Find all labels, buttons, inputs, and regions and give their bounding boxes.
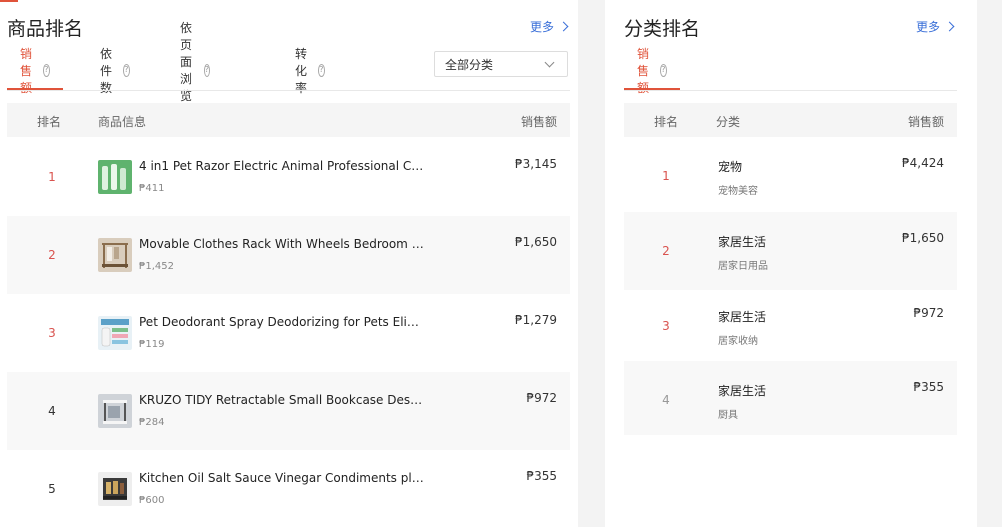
sales-amount: ₱355 (913, 380, 944, 394)
tab-label: 销售额 (20, 46, 33, 95)
sales-amount: ₱1,650 (515, 235, 557, 249)
category-name[interactable]: 家居生活 (718, 308, 766, 325)
rank-number: 3 (662, 319, 670, 333)
col-product-info: 商品信息 (98, 115, 147, 129)
divider (7, 90, 570, 91)
accent-line (0, 0, 18, 2)
sales-amount: ₱3,145 (515, 157, 557, 171)
table-row[interactable]: 1 宠物 宠物美容 ₱4,424 (624, 137, 957, 215)
product-thumbnail[interactable] (98, 238, 132, 272)
category-table-header: 排名 分类 销售额 (624, 103, 957, 137)
more-link-label: 更多 (916, 20, 941, 34)
product-ranking-title: 商品排名 (7, 18, 84, 40)
product-name[interactable]: KRUZO TIDY Retractable Small Bookcase De… (139, 393, 429, 407)
help-icon[interactable]: ? (122, 63, 131, 77)
tab-label: 转化率 (295, 46, 308, 95)
sales-amount: ₱1,650 (902, 231, 944, 245)
table-row[interactable]: 3 Pet Deodorant Spray Deodorizing for Pe… (7, 294, 570, 372)
tab-page-views[interactable]: 依页面浏览数 ? (180, 21, 211, 120)
tab-label: 销售额 (637, 46, 650, 95)
category-name[interactable]: 家居生活 (718, 382, 766, 399)
sales-amount: ₱972 (913, 306, 944, 320)
sales-amount: ₱355 (526, 469, 557, 483)
rank-number: 4 (662, 393, 670, 407)
category-ranking-panel: 分类排名 更多 销售额 ? 排名 分类 销售额 1 宠物 宠物美容 ₱4,424… (605, 0, 977, 527)
subcategory-name: 居家收纳 (718, 336, 758, 347)
table-row[interactable]: 4 KRUZO TIDY Retractable Small Bookcase … (7, 372, 570, 450)
product-price: ₱411 (139, 183, 165, 194)
rank-number: 2 (662, 244, 670, 258)
table-row[interactable]: 5 Kitchen Oil Salt Sauce Vinegar Condime… (7, 450, 570, 527)
rank-number: 4 (48, 404, 56, 418)
product-ranking-panel: 商品排名 更多 销售额 ? 依件数 ? 依页面浏览数 ? 转化率 ? 全部分类 … (0, 0, 578, 527)
more-link-label: 更多 (530, 20, 555, 34)
product-name[interactable]: Movable Clothes Rack With Wheels Bedroom… (139, 237, 429, 251)
product-thumbnail[interactable] (98, 394, 132, 428)
tab-label: 依件数 (100, 46, 113, 95)
product-name[interactable]: Kitchen Oil Salt Sauce Vinegar Condiment… (139, 471, 429, 485)
col-sales: 销售额 (520, 115, 557, 129)
category-name[interactable]: 家居生活 (718, 233, 766, 250)
product-name[interactable]: 4 in1 Pet Razor Electric Animal Professi… (139, 159, 429, 173)
col-rank: 排名 (37, 115, 62, 129)
select-value: 全部分类 (445, 57, 494, 72)
col-rank: 排名 (654, 115, 679, 129)
category-filter-select[interactable]: 全部分类 (434, 51, 568, 77)
table-row[interactable]: 1 4 in1 Pet Razor Electric Animal Profes… (7, 138, 570, 216)
help-icon[interactable]: ? (659, 63, 668, 77)
chevron-right-icon (558, 21, 569, 32)
chevron-down-icon (544, 57, 555, 68)
tab-sales-amount[interactable]: 销售额 ? (623, 47, 681, 95)
tab-sales-amount[interactable]: 销售额 ? (6, 47, 64, 95)
rank-number: 5 (48, 482, 56, 496)
sales-amount: ₱1,279 (515, 313, 557, 327)
rank-number: 3 (48, 326, 56, 340)
product-price: ₱1,452 (139, 261, 174, 272)
divider (624, 90, 957, 91)
sales-amount: ₱972 (526, 391, 557, 405)
product-price: ₱600 (139, 495, 165, 506)
rank-number: 1 (48, 170, 56, 184)
product-thumbnail[interactable] (98, 472, 132, 506)
chevron-right-icon (944, 21, 955, 32)
help-icon[interactable]: ? (42, 63, 51, 77)
category-ranking-title: 分类排名 (624, 18, 701, 40)
category-name[interactable]: 宠物 (718, 158, 742, 175)
table-row[interactable]: 3 家居生活 居家收纳 ₱972 (624, 287, 957, 365)
table-row[interactable]: 2 Movable Clothes Rack With Wheels Bedro… (7, 216, 570, 294)
help-icon[interactable]: ? (317, 63, 326, 77)
product-price: ₱119 (139, 339, 165, 350)
sales-amount: ₱4,424 (902, 156, 944, 170)
help-icon[interactable]: ? (203, 63, 211, 77)
table-row[interactable]: 4 家居生活 厨具 ₱355 (624, 361, 957, 435)
product-price: ₱284 (139, 417, 165, 428)
rank-number: 2 (48, 248, 56, 262)
subcategory-name: 厨具 (718, 410, 738, 421)
product-thumbnail[interactable] (98, 316, 132, 350)
table-row[interactable]: 2 家居生活 居家日用品 ₱1,650 (624, 212, 957, 290)
product-more-link[interactable]: 更多 (530, 18, 569, 35)
col-sales: 销售额 (907, 115, 944, 129)
subcategory-name: 居家日用品 (718, 261, 768, 272)
rank-number: 1 (662, 169, 670, 183)
tab-item-count[interactable]: 依件数 ? (100, 47, 131, 95)
product-table-header: 排名 商品信息 销售额 (7, 103, 570, 137)
col-category: 分类 (716, 115, 741, 129)
product-thumbnail[interactable] (98, 160, 132, 194)
tab-conversion-rate[interactable]: 转化率 ? (295, 47, 326, 95)
category-more-link[interactable]: 更多 (916, 18, 955, 35)
product-name[interactable]: Pet Deodorant Spray Deodorizing for Pets… (139, 315, 429, 329)
subcategory-name: 宠物美容 (718, 186, 758, 197)
